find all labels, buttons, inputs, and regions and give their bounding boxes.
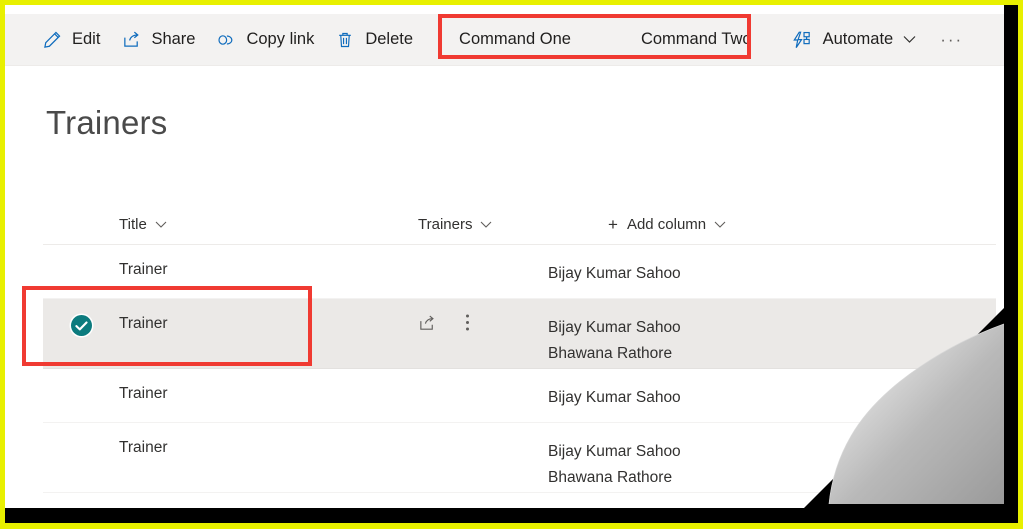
column-header-title[interactable]: Title (43, 216, 418, 233)
pencil-icon (41, 29, 63, 51)
add-column-button[interactable]: + Add column (608, 216, 996, 233)
table-row[interactable]: Trainer Bijay Kumar Sahoo (43, 245, 996, 299)
trainer-name: Bijay Kumar Sahoo (548, 443, 681, 460)
share-button[interactable]: Share (110, 20, 205, 60)
automate-label: Automate (822, 30, 894, 49)
delete-label: Delete (365, 30, 414, 49)
row-trainers: Bijay Kumar Sahoo Bhawana Rathore (548, 299, 996, 367)
copy-link-label: Copy link (246, 30, 315, 49)
row-title: Trainer (119, 439, 168, 456)
row-selection-cell[interactable] (43, 369, 119, 385)
row-actions (418, 369, 548, 383)
list-view: Title Trainers + Add column Trainer Bija… (43, 205, 996, 493)
command-two-button[interactable]: Command Two (627, 20, 766, 60)
trainer-name: Bhawana Rathore (548, 345, 673, 362)
row-trainers: Bijay Kumar Sahoo (548, 245, 996, 287)
table-row[interactable]: Trainer Bijay Kumar Sahoo Bhawana Rathor… (43, 299, 996, 369)
automate-icon (792, 29, 814, 51)
custom-command-group: Command One Command Two (435, 20, 776, 60)
table-row[interactable]: Trainer Bijay Kumar Sahoo Bhawana Rathor… (43, 423, 996, 493)
row-trainers: Bijay Kumar Sahoo Bhawana Rathore (548, 423, 996, 491)
row-selection-cell[interactable] (43, 423, 119, 439)
table-row[interactable]: Trainer Bijay Kumar Sahoo (43, 369, 996, 423)
more-commands-button[interactable]: ··· (926, 20, 977, 60)
row-selection-cell[interactable] (43, 245, 119, 261)
page-title: Trainers (46, 104, 168, 141)
edit-label: Edit (72, 30, 101, 49)
share-icon (120, 29, 142, 51)
row-actions (418, 299, 548, 337)
automate-button[interactable]: Automate (782, 20, 927, 60)
add-column-label: Add column (626, 216, 707, 233)
chevron-down-icon (903, 35, 916, 44)
trainer-name: Bhawana Rathore (548, 469, 673, 486)
share-icon[interactable] (418, 313, 437, 337)
sharepoint-page: Edit Share Copy link Delete Command One … (5, 5, 1004, 508)
row-title: Trainer (119, 315, 168, 332)
ellipsis-vertical-icon[interactable] (465, 313, 470, 337)
row-trainers: Bijay Kumar Sahoo (548, 369, 996, 411)
chevron-down-icon[interactable] (714, 221, 726, 229)
plus-icon: + (608, 215, 618, 234)
checkmark-icon[interactable] (70, 315, 92, 336)
column-header-trainers[interactable]: Trainers (418, 216, 608, 233)
copy-link-button[interactable]: Copy link (205, 20, 324, 60)
row-actions (418, 423, 548, 437)
row-actions (418, 245, 548, 259)
edit-button[interactable]: Edit (31, 20, 110, 60)
column-header-title-label: Title (119, 216, 147, 233)
trainer-name: Bijay Kumar Sahoo (548, 265, 681, 282)
command-one-button[interactable]: Command One (445, 20, 585, 60)
delete-button[interactable]: Delete (324, 20, 423, 60)
row-title: Trainer (119, 261, 168, 278)
trainer-name: Bijay Kumar Sahoo (548, 319, 681, 336)
screenshot-frame: Edit Share Copy link Delete Command One … (0, 0, 1023, 529)
share-label: Share (151, 30, 196, 49)
row-title: Trainer (119, 385, 168, 402)
trash-icon (334, 29, 356, 51)
trainer-name: Bijay Kumar Sahoo (548, 389, 681, 406)
list-column-headers: Title Trainers + Add column (43, 205, 996, 245)
command-bar: Edit Share Copy link Delete Command One … (5, 14, 1004, 66)
chevron-down-icon[interactable] (480, 221, 492, 229)
column-header-trainers-label: Trainers (418, 216, 473, 233)
chevron-down-icon[interactable] (155, 221, 167, 229)
link-icon (215, 29, 237, 51)
row-selection-cell[interactable] (43, 299, 119, 336)
